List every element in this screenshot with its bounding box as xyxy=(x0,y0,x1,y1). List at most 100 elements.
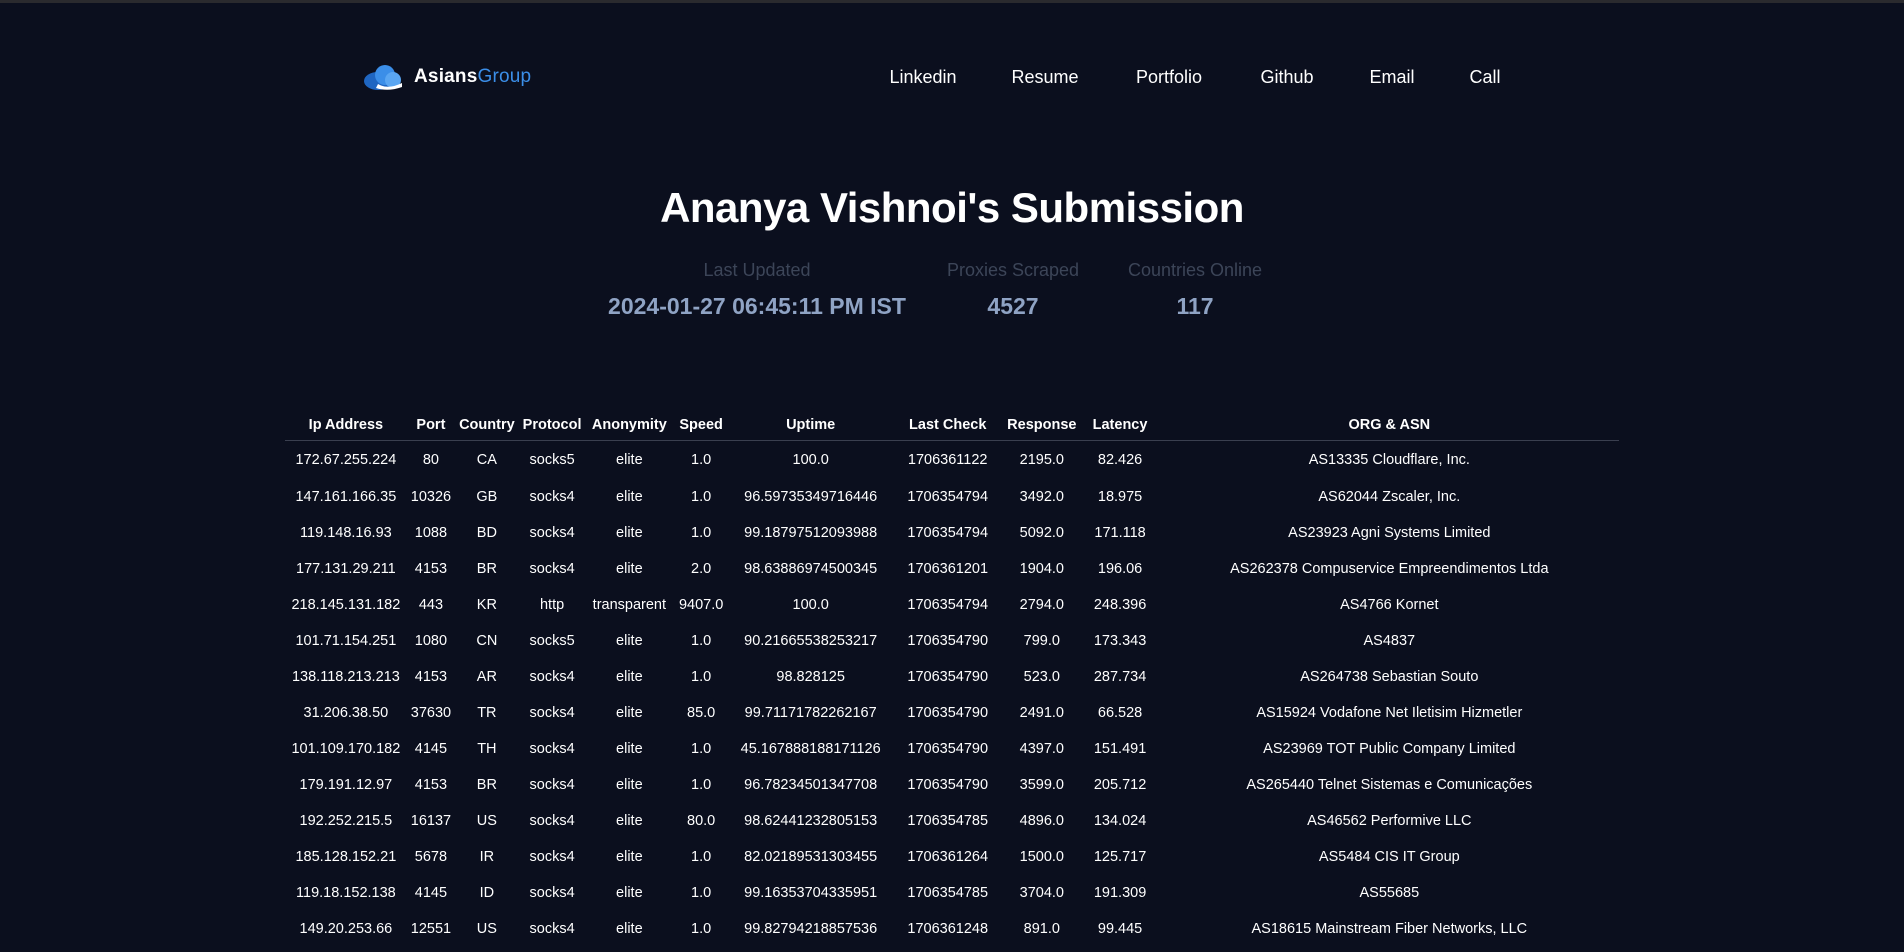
table-row: 119.148.16.93 1088 BD socks4 elite 1.0 99.1879… xyxy=(285,515,1619,551)
last-check-cell: 1706354794 xyxy=(907,489,989,505)
table-row: 119.18.152.138 4145 ID socks4 elite 1.0 99.163… xyxy=(285,875,1619,911)
protocol-cell: socks4 xyxy=(529,561,575,577)
response-cell: 3492.0 xyxy=(1019,489,1064,505)
nav-portfolio[interactable]: Portfolio xyxy=(1136,67,1202,88)
latency-cell: 287.734 xyxy=(1093,669,1147,685)
table-row: 149.20.253.66 12551 US socks4 elite 1.0 99.827… xyxy=(285,911,1619,947)
table-row: 177.131.29.211 4153 BR socks4 elite 2.0 98.638… xyxy=(285,551,1619,587)
ip-address-cell: 101.71.154.251 xyxy=(295,633,397,649)
column-header[interactable]: Uptime xyxy=(729,410,893,441)
speed-cell: 1.0 xyxy=(691,489,712,505)
stat-value: 117 xyxy=(1176,293,1214,319)
country-cell: TR xyxy=(477,705,497,721)
latency-cell: 18.975 xyxy=(1097,489,1143,505)
org-asn-cell: AS262378 Compuservice Empreendimentos Lt… xyxy=(1230,561,1549,577)
protocol-cell: socks4 xyxy=(529,489,575,505)
uptime-cell: 99.71171782262167 xyxy=(744,705,877,721)
port-cell: 4145 xyxy=(414,885,448,901)
column-header[interactable]: Protocol xyxy=(518,410,586,441)
ip-address-cell: 218.145.131.182 xyxy=(291,597,401,613)
country-cell: ID xyxy=(479,885,495,901)
table-row: 101.109.170.182 4145 TH socks4 elite 1.0 45.16… xyxy=(285,731,1619,767)
column-header[interactable]: Anonymity xyxy=(585,410,674,441)
speed-cell: 1.0 xyxy=(691,669,712,685)
country-cell: BD xyxy=(476,525,497,541)
ip-address-cell: 138.118.213.213 xyxy=(291,669,400,685)
column-header[interactable]: Country xyxy=(455,410,519,441)
speed-cell: 1.0 xyxy=(691,921,712,937)
latency-cell: 248.396 xyxy=(1093,597,1147,613)
table-row: 185.128.152.21 5678 IR socks4 elite 1.0 82.021… xyxy=(285,839,1619,875)
uptime-cell: 99.18797512093988 xyxy=(744,525,878,541)
org-asn-cell: AS264738 Sebastian Souto xyxy=(1300,669,1479,685)
speed-cell: 2.0 xyxy=(691,561,712,577)
anonymity-cell: elite xyxy=(616,777,643,793)
stat-proxies-scraped: Proxies Scraped 4527 xyxy=(947,260,1079,320)
protocol-cell: socks4 xyxy=(529,705,575,721)
column-header[interactable]: Response xyxy=(1003,410,1081,441)
anonymity-cell: elite xyxy=(616,669,643,685)
response-cell: 4397.0 xyxy=(1019,741,1064,757)
uptime-cell: 90.21665538253217 xyxy=(744,633,878,649)
speed-cell: 1.0 xyxy=(691,525,712,541)
column-header[interactable]: Port xyxy=(406,410,456,441)
last-check-cell: 1706354790 xyxy=(907,633,989,649)
nav-resume[interactable]: Resume xyxy=(1011,67,1078,88)
table-row: 138.118.213.213 4153 AR socks4 elite 1.0 98.82… xyxy=(285,659,1619,695)
column-header[interactable]: Last Check xyxy=(892,410,1004,441)
response-cell: 2794.0 xyxy=(1019,597,1064,613)
latency-cell: 99.445 xyxy=(1097,921,1143,937)
nav-github[interactable]: Github xyxy=(1260,67,1313,88)
org-asn-cell: AS13335 Cloudflare, Inc. xyxy=(1308,452,1470,468)
port-cell: 80 xyxy=(422,452,439,468)
table-row: 101.71.154.251 1080 CN socks5 elite 1.0 90.216… xyxy=(285,623,1619,659)
port-cell: 1080 xyxy=(414,633,448,649)
nav-email[interactable]: Email xyxy=(1369,67,1414,88)
org-asn-cell: AS265440 Telnet Sistemas e Comunicações xyxy=(1246,777,1533,793)
response-cell: 523.0 xyxy=(1023,669,1060,685)
uptime-cell: 96.59735349716446 xyxy=(744,489,878,505)
stat-last-updated: Last Updated 2024-01-27 06:45:11 PM IST xyxy=(608,260,906,320)
response-cell: 4896.0 xyxy=(1019,813,1064,829)
last-check-cell: 1706361264 xyxy=(907,849,989,865)
speed-cell: 80.0 xyxy=(687,813,716,829)
port-cell: 12551 xyxy=(410,921,452,937)
last-check-cell: 1706361122 xyxy=(907,452,988,468)
column-header[interactable]: ORG & ASN xyxy=(1159,410,1619,441)
last-check-cell: 1706361248 xyxy=(907,921,989,937)
column-header[interactable]: Latency xyxy=(1080,410,1160,441)
port-cell: 4153 xyxy=(414,561,448,577)
protocol-cell: http xyxy=(539,597,565,613)
nav-linkedin[interactable]: Linkedin xyxy=(889,67,956,88)
country-cell: KR xyxy=(476,597,497,613)
column-header[interactable]: Ip Address xyxy=(285,410,407,441)
site-header: AsiansGroup Linkedin Resume Portfolio Gi… xyxy=(0,50,1904,104)
uptime-cell: 100.0 xyxy=(792,452,829,468)
latency-cell: 171.118 xyxy=(1094,525,1146,541)
protocol-cell: socks4 xyxy=(529,921,575,937)
speed-cell: 1.0 xyxy=(691,741,712,757)
speed-cell: 1.0 xyxy=(691,633,712,649)
org-asn-cell: AS55685 xyxy=(1359,885,1420,901)
table-header-row: Ip Address Port Country Protocol Anonymi… xyxy=(285,410,1619,441)
ip-address-cell: 185.128.152.21 xyxy=(295,849,397,865)
country-cell: TH xyxy=(477,741,497,757)
uptime-cell: 99.82794218857536 xyxy=(744,921,878,937)
response-cell: 799.0 xyxy=(1023,633,1060,649)
nav-call[interactable]: Call xyxy=(1469,67,1500,88)
protocol-cell: socks5 xyxy=(529,633,575,649)
org-asn-cell: AS23969 TOT Public Company Limited xyxy=(1263,741,1516,757)
country-cell: US xyxy=(476,921,497,937)
uptime-cell: 98.62441232805153 xyxy=(744,813,878,829)
latency-cell: 191.309 xyxy=(1093,885,1147,901)
org-asn-cell: AS4766 Kornet xyxy=(1340,597,1439,613)
port-cell: 37630 xyxy=(410,705,452,721)
main-nav: Linkedin Resume Portfolio Github Email C… xyxy=(0,67,1904,91)
port-cell: 1088 xyxy=(414,525,448,541)
protocol-cell: socks4 xyxy=(529,741,575,757)
ip-address-cell: 179.191.12.97 xyxy=(299,777,393,793)
response-cell: 2195.0 xyxy=(1019,452,1064,468)
column-header[interactable]: Speed xyxy=(673,410,730,441)
response-cell: 1500.0 xyxy=(1019,849,1064,865)
speed-cell: 9407.0 xyxy=(678,597,724,613)
